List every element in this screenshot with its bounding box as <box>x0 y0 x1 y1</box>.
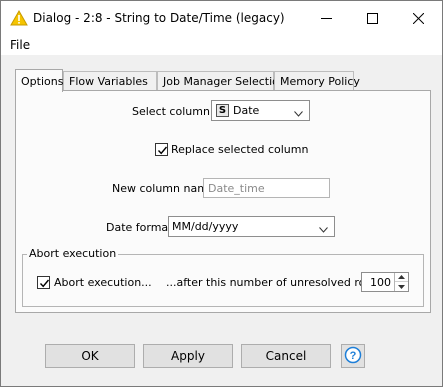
close-icon <box>412 12 424 24</box>
column-select[interactable]: S Date <box>211 100 310 121</box>
chevron-down-icon <box>319 223 328 236</box>
apply-button[interactable]: Apply <box>143 344 233 368</box>
date-format-label: Date format <box>106 221 173 234</box>
dialog-window: Dialog - 2:8 - String to Date/Time (lega… <box>0 0 443 387</box>
menu-file[interactable]: File <box>10 38 30 52</box>
replace-column-label[interactable]: Replace selected column <box>171 143 308 156</box>
spinner-up-icon[interactable] <box>395 273 408 282</box>
cancel-button[interactable]: Cancel <box>241 344 331 368</box>
window-title: Dialog - 2:8 - String to Date/Time (lega… <box>33 11 285 25</box>
select-column-label: Select column: <box>132 105 214 118</box>
warning-triangle-icon <box>10 9 28 26</box>
string-type-icon: S <box>216 104 229 117</box>
ok-button[interactable]: OK <box>45 344 135 368</box>
new-column-name-field[interactable]: Date_time <box>203 178 330 198</box>
unresolved-rows-spinner[interactable]: 100 <box>361 272 409 292</box>
column-select-value: Date <box>233 104 260 117</box>
options-panel: Select column: S Date Replace selected c… <box>15 90 431 313</box>
unresolved-rows-label: ...after this number of unresolved rows <box>166 276 381 289</box>
abort-execution-label[interactable]: Abort execution... <box>54 276 152 289</box>
help-button[interactable]: ? <box>341 344 365 368</box>
checkmark-icon <box>39 279 50 288</box>
minimize-icon <box>320 13 332 24</box>
maximize-icon <box>366 12 378 24</box>
maximize-button[interactable] <box>349 1 395 35</box>
checkmark-icon <box>157 146 168 155</box>
new-column-name-label: New column name <box>112 182 215 195</box>
abort-execution-checkbox[interactable] <box>37 276 50 289</box>
title-bar[interactable]: Dialog - 2:8 - String to Date/Time (lega… <box>1 1 442 35</box>
spinner-down-icon[interactable] <box>395 282 408 291</box>
minimize-button[interactable] <box>303 1 349 35</box>
replace-column-checkbox[interactable] <box>155 143 168 156</box>
tab-flow-variables[interactable]: Flow Variables <box>63 71 157 91</box>
help-icon: ? <box>344 346 362 367</box>
date-format-combo[interactable]: MM/dd/yyyy <box>168 216 335 237</box>
date-format-value: MM/dd/yyyy <box>172 220 239 233</box>
svg-text:?: ? <box>350 350 357 362</box>
close-button[interactable] <box>395 1 441 35</box>
unresolved-rows-value: 100 <box>370 276 391 289</box>
tab-memory-policy[interactable]: Memory Policy <box>274 71 360 91</box>
tab-options[interactable]: Options <box>15 69 63 92</box>
tab-job-manager-selection[interactable]: Job Manager Selection <box>157 71 286 91</box>
menu-bar: File <box>1 35 442 55</box>
abort-execution-group-title: Abort execution <box>27 247 119 260</box>
abort-execution-group: Abort execution Abort execution... ...af… <box>22 247 424 307</box>
chevron-down-icon <box>294 107 303 120</box>
